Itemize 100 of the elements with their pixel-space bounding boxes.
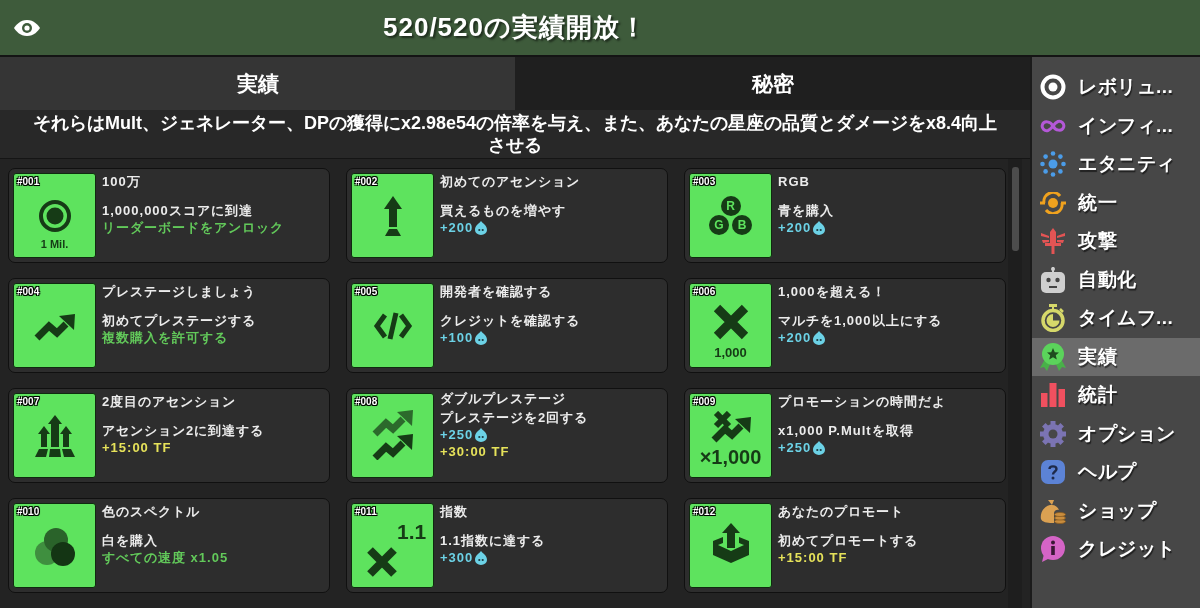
achievement-number: #008 [355,396,378,407]
multiply-trend-icon [710,411,751,443]
achievement-number: #011 [355,506,377,517]
achievement-description: マルチを1,000以上にする [778,312,942,329]
sidebar-item[interactable]: インフィ... [1032,106,1200,145]
sidebar-item[interactable]: クレジット [1032,530,1200,569]
achievement-number: #010 [17,506,40,517]
sidebar-item[interactable]: ショップ [1032,491,1200,530]
tile-caption: 1,000 [714,345,747,360]
sidebar-item[interactable]: 統計 [1032,376,1200,415]
robot-icon [1041,266,1065,293]
reward-text: +100 [440,329,474,346]
achievement-number: #012 [693,506,716,517]
reward-text: +250 [440,426,474,443]
achievement-title: 1,000を超える！ [778,283,887,300]
triple-arrow-icon [34,415,75,457]
achievement-description: 1.1指数に達する [440,532,546,549]
achievement-description: 初めてプロモートする [778,532,918,549]
achievement-title: 開発者を確認する [440,283,553,300]
droplet-icon [475,550,488,565]
achievement-number: #002 [355,176,378,187]
exponent-label: 1.1 [397,521,427,542]
achievement-description: 初めてプレステージする [102,312,256,329]
tab[interactable]: 秘密 [515,57,1030,110]
target-icon [1040,74,1066,101]
target-icon [37,199,72,233]
achievement-number: #009 [693,396,716,407]
achievement-title: 初めてのアセンション [440,173,580,190]
multiply-icon [366,546,398,578]
tile-caption: 1 Mil. [40,238,69,251]
reward-text: +300 [440,549,474,566]
achievement-number: #006 [693,286,716,297]
double-trend-arrow-icon [370,410,415,460]
multiply-icon [712,304,749,340]
upload-tray-icon [710,523,751,563]
achievement-title: あなたのプロモート [778,503,905,520]
sidebar-item[interactable]: 攻撃 [1032,222,1200,261]
achievement-title: 2度目のアセンション [102,393,238,410]
achievement-number: #003 [693,176,716,187]
arrow-up-icon [383,196,402,236]
scrollbar-thumb[interactable] [1011,167,1019,251]
achievement-description: アセンション2に到達する [102,422,265,439]
reward-text: +30:00 TF [440,443,510,460]
achievement-description: クレジットを確認する [440,312,580,329]
achievement-title: RGB [778,173,811,190]
reward-text: +15:00 TF [102,439,172,456]
reward-text: +15:00 TF [778,549,848,566]
achievement-number: #005 [355,286,378,297]
achievement-description: x1,000 P.Multを取得 [778,422,915,439]
stopwatch-icon [1041,304,1065,333]
venn-circles-icon [34,528,75,566]
reward-text: +200 [440,219,474,236]
droplet-icon [813,440,826,455]
reward-text: 複数購入を許可する [102,329,228,346]
page-title: 520/520の実績開放！ [382,11,648,44]
droplet-icon [813,330,826,345]
sidebar-item[interactable]: エタニティ [1032,145,1200,184]
sidebar-item[interactable]: 統一 [1032,183,1200,222]
reward-text: +200 [778,329,812,346]
reward-text: すべての速度 x1.05 [102,549,229,566]
achievement-number: #007 [17,396,40,407]
info-icon [1041,536,1065,563]
sidebar-item[interactable]: 自動化 [1032,260,1200,299]
sidebar-item[interactable]: ヘルプ [1032,453,1200,492]
sidebar-item[interactable]: オプション [1032,414,1200,453]
trend-up-icon [33,313,76,341]
achievement-number: #004 [17,286,40,297]
achievement-description: 白を購入 [102,532,159,549]
money-bag-icon [1040,497,1066,524]
droplet-icon [475,220,488,235]
description-text: それらはMult、ジェネレーター、DPの獲得にx2.98e54の倍率を与え、また、あなたの星座の品質とダメージをx8.4向上させる [31,112,999,156]
achievement-title: 色のスペクトル [102,503,201,520]
droplet-icon [813,220,826,235]
achievement-number: #001 [17,176,40,187]
sidebar-item[interactable]: 実績 [1032,337,1200,376]
sidebar-item[interactable]: レボリュ... [1032,68,1200,107]
infinity-icon [1040,118,1066,133]
achievement-title: 指数 [440,503,469,520]
reward-text: +250 [778,439,812,456]
achievement-title: ダブルプレステージ [440,390,567,407]
achievement-description: 1,000,000スコアに到達 [102,202,254,219]
award-icon [1040,342,1066,371]
reward-text: +200 [778,219,812,236]
achievement-title: 100万 [102,173,142,190]
code-icon [372,311,413,341]
bar-chart-icon [1041,383,1065,408]
orbit-icon [1040,191,1066,214]
scrollbar[interactable] [1008,159,1022,608]
tile-caption: ×1,000 [699,446,762,468]
settings-icon [1040,420,1066,447]
achievement-description: 買えるものを増やす [440,202,567,219]
sidebar-item[interactable]: タイムフ... [1032,299,1200,338]
achievement-title: プレステージしましょう [102,283,256,300]
droplet-icon [475,427,488,442]
droplet-icon [475,330,488,345]
tab[interactable]: 実績 [0,57,515,110]
help-icon [1041,460,1065,485]
eye-icon[interactable] [14,19,40,36]
dot-ring-icon [1040,151,1066,178]
achievement-title: プロモーションの時間だよ [778,393,946,410]
